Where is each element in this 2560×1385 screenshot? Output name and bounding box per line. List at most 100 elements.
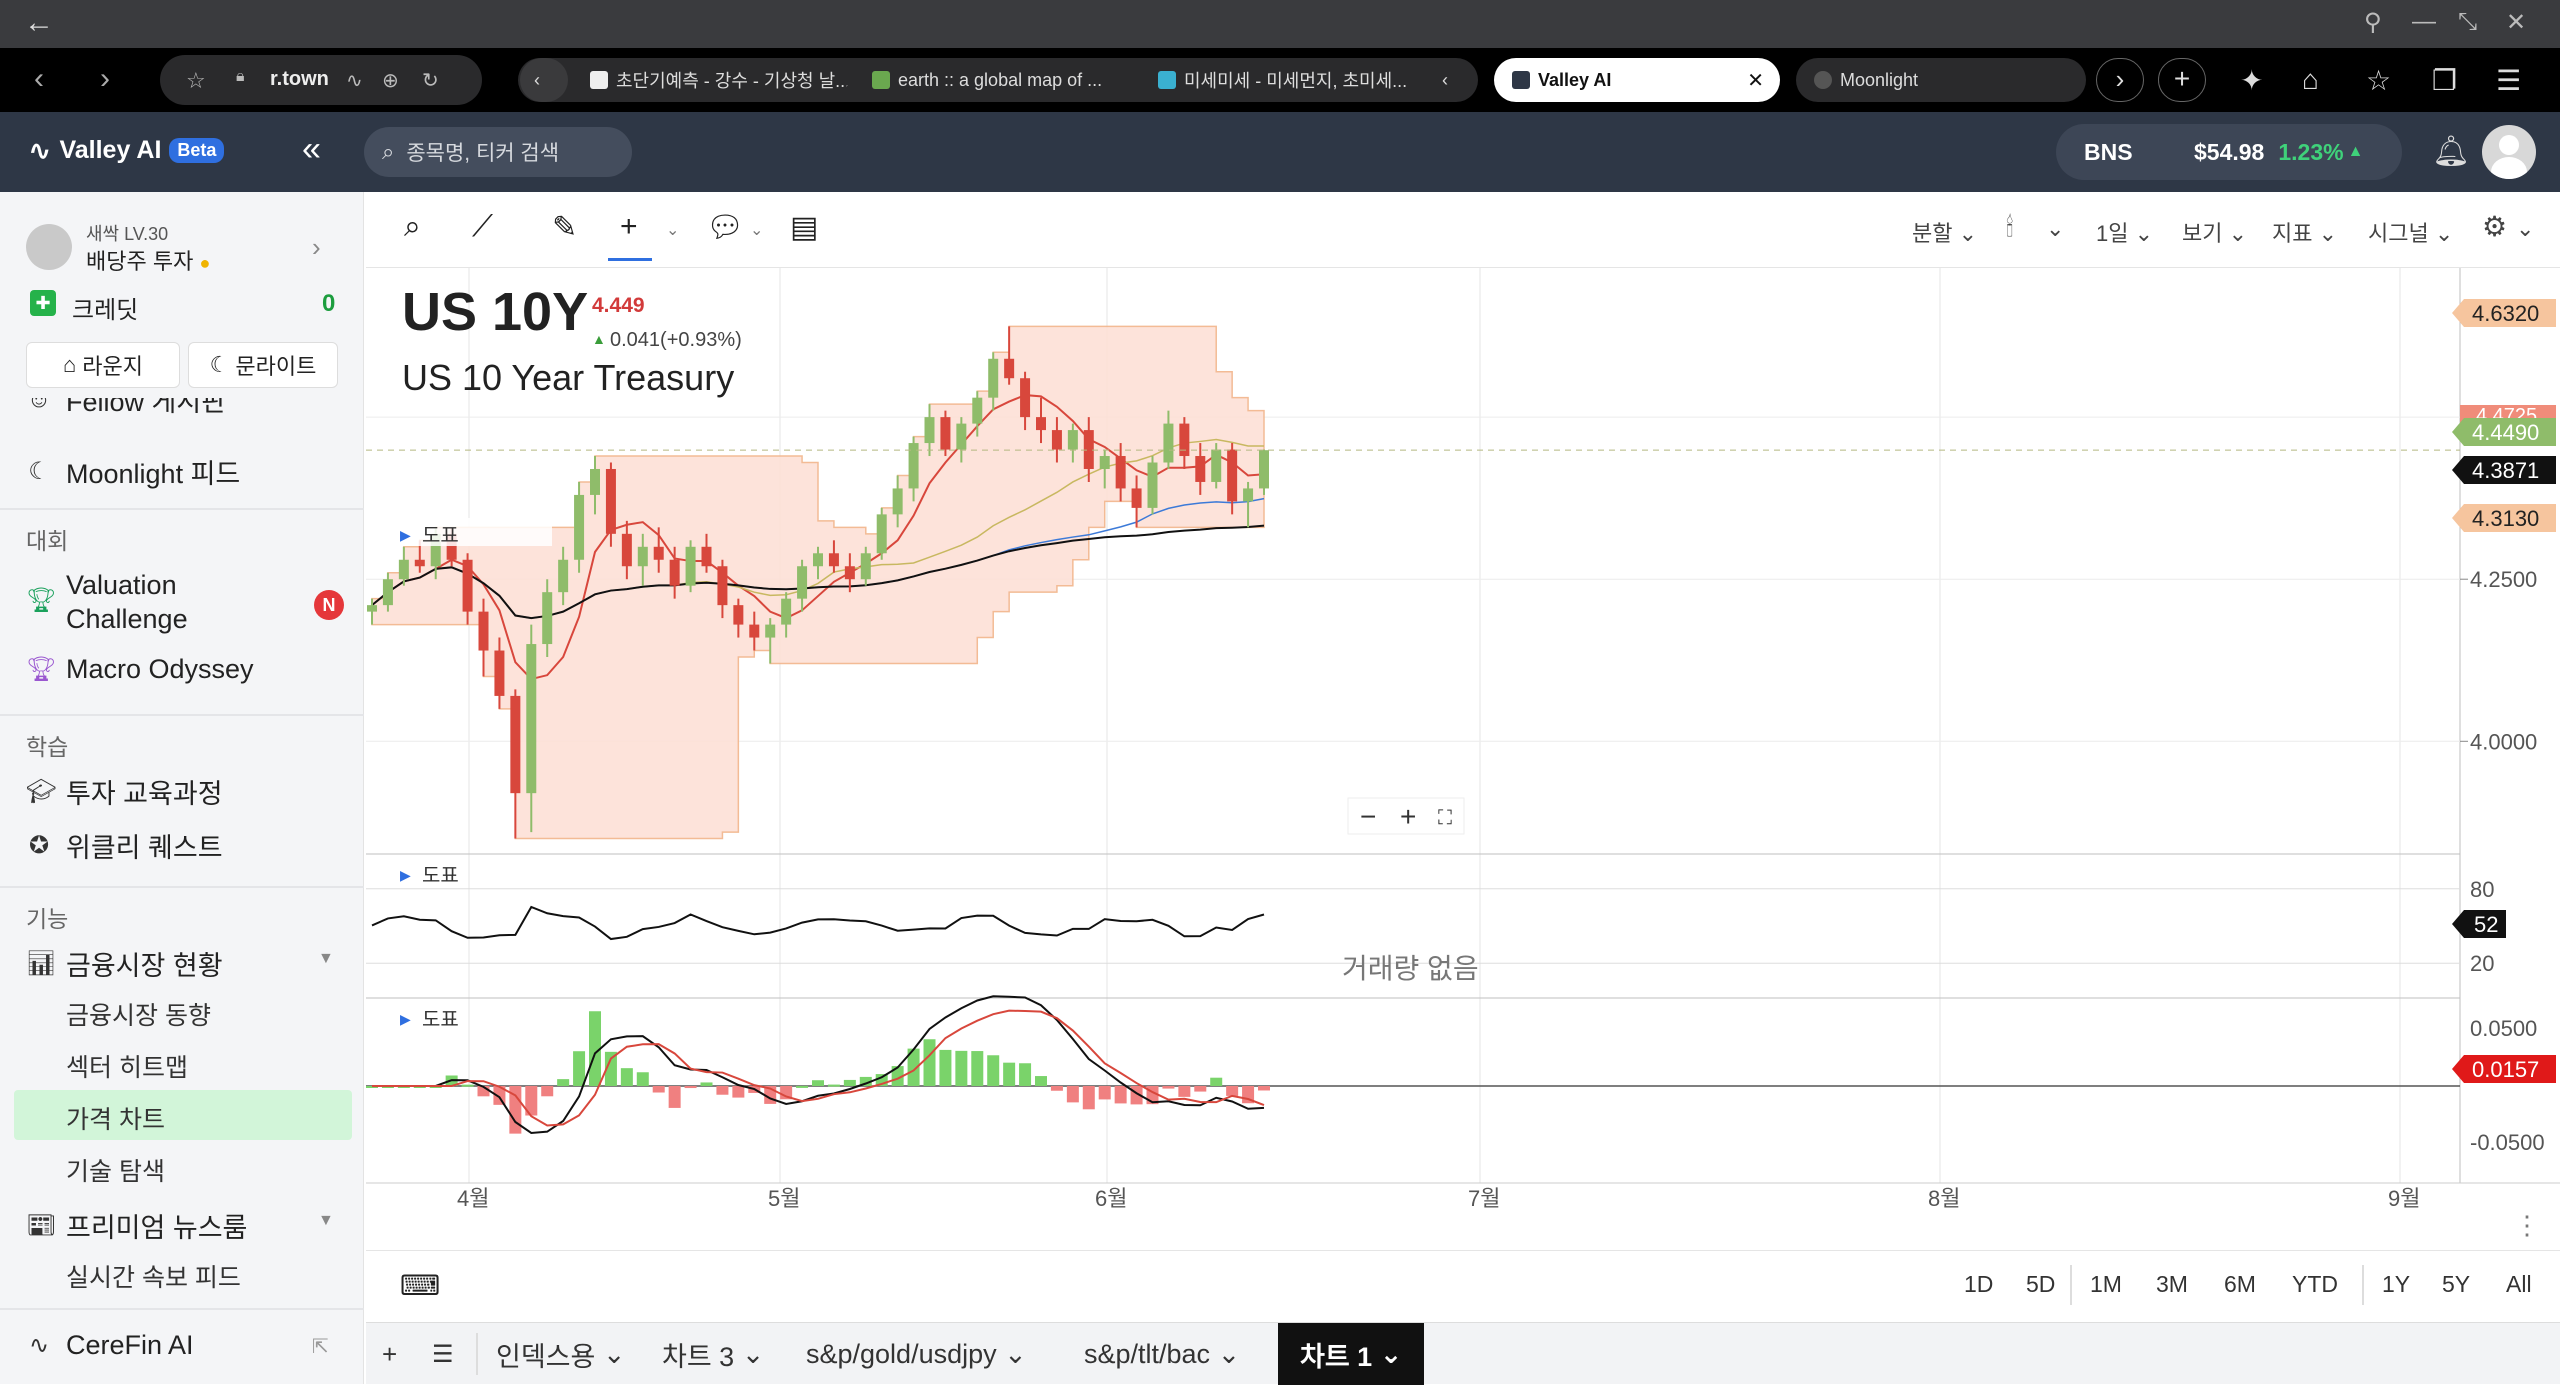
range-3m[interactable]: 3M xyxy=(2156,1271,2188,1298)
candle-type-icon[interactable]: 🕯︎ xyxy=(2006,212,2013,244)
chart-list-icon[interactable]: ☰ xyxy=(432,1323,454,1385)
moonlight-button[interactable]: ☾ 문라이트 xyxy=(188,342,338,388)
interval-menu[interactable]: 1일 ⌄ xyxy=(2096,216,2153,248)
range-6m[interactable]: 6M xyxy=(2224,1271,2256,1298)
sidebar-sub-live-news[interactable]: 실시간 속보 피드 xyxy=(66,1258,241,1294)
tab-valley-ai[interactable]: Valley AI ✕ xyxy=(1494,58,1780,102)
signal-menu[interactable]: 시그널 ⌄ xyxy=(2368,216,2453,248)
candle-body[interactable] xyxy=(781,598,792,625)
candle-body[interactable] xyxy=(1243,488,1254,502)
candle-body[interactable] xyxy=(717,566,728,606)
tab-index[interactable]: 인덱스용 ⌄ xyxy=(496,1323,626,1385)
crosshair-icon[interactable]: + xyxy=(620,210,638,244)
tab-earth[interactable]: earth :: a global map of ... xyxy=(854,58,1130,102)
candle-body[interactable] xyxy=(1131,488,1142,508)
candle-body[interactable] xyxy=(876,514,887,554)
candle-body[interactable] xyxy=(988,358,999,398)
gear-icon[interactable]: ⚙ xyxy=(2482,210,2507,243)
tab-close-icon[interactable]: ✕ xyxy=(1747,68,1764,93)
window-back-icon[interactable]: ← xyxy=(24,6,54,40)
chevron-down-icon[interactable]: ⌄ xyxy=(2046,216,2064,242)
candle-body[interactable] xyxy=(1099,456,1110,469)
tab-moonlight[interactable]: Moonlight xyxy=(1796,58,2086,102)
chevron-down-icon[interactable]: ⌄ xyxy=(2516,216,2534,242)
range-1m[interactable]: 1M xyxy=(2090,1271,2122,1298)
candle-body[interactable] xyxy=(494,650,505,696)
address-bar[interactable]: ☆ 🔒︎ r.town ∿ ⊕ ↻ xyxy=(160,55,482,105)
favorites-icon[interactable]: ☆ xyxy=(2366,64,2391,97)
minimize-icon[interactable]: — xyxy=(2412,8,2436,36)
candle-body[interactable] xyxy=(621,533,632,567)
candle-body[interactable] xyxy=(860,553,871,580)
split-menu[interactable]: 분할 ⌄ xyxy=(1912,216,1977,248)
candle-body[interactable] xyxy=(1051,430,1062,450)
ticker-chip[interactable]: BNS $54.98 1.23% ▲ xyxy=(2056,124,2402,180)
chart-svg[interactable]: 4월5월6월7월8월9월4.50004.25004.00004.47254.63… xyxy=(366,268,2560,1248)
sidebar-item-cerefin[interactable]: ∿ CereFin AI xyxy=(26,1330,194,1361)
candle-body[interactable] xyxy=(1067,430,1078,450)
brand-logo[interactable]: ∿ Valley AI Beta xyxy=(28,134,225,167)
candle-body[interactable] xyxy=(1147,462,1158,508)
candle-body[interactable] xyxy=(956,423,967,450)
chevron-down-icon[interactable]: ▼ xyxy=(318,950,334,968)
range-5y[interactable]: 5Y xyxy=(2442,1271,2470,1298)
candle-body[interactable] xyxy=(972,397,983,424)
candle-body[interactable] xyxy=(797,566,808,599)
range-1y[interactable]: 1Y xyxy=(2382,1271,2410,1298)
collections-icon[interactable]: ❐ xyxy=(2432,64,2457,97)
sparkle-icon[interactable]: ✦ xyxy=(2240,64,2263,97)
candle-body[interactable] xyxy=(558,559,569,593)
candle-body[interactable] xyxy=(1004,358,1015,379)
candle-body[interactable] xyxy=(701,546,712,567)
range-all[interactable]: All xyxy=(2506,1271,2532,1298)
comment-icon[interactable]: 💬︎ xyxy=(706,210,744,245)
tab-sp-gold-usdjpy[interactable]: s&p/gold/usdjpy ⌄ xyxy=(806,1323,1027,1385)
sidebar-sub-tech-explore[interactable]: 기술 탐색 xyxy=(66,1152,165,1188)
candle-body[interactable] xyxy=(1020,378,1031,418)
chevron-down-icon[interactable]: ⌄ xyxy=(666,220,679,240)
candle-body[interactable] xyxy=(813,553,823,567)
candle-body[interactable] xyxy=(367,605,377,612)
collapse-sidebar-icon[interactable]: « xyxy=(302,130,321,169)
candle-body[interactable] xyxy=(1195,456,1206,482)
candle-body[interactable] xyxy=(1083,430,1094,469)
candle-body[interactable] xyxy=(653,546,664,560)
candle-body[interactable] xyxy=(590,468,600,495)
tab-scroll-right-icon[interactable]: › xyxy=(2096,58,2144,102)
chevron-down-icon[interactable]: ▼ xyxy=(318,1212,334,1230)
sidebar-item-education[interactable]: 🎓︎ 투자 교육과정 xyxy=(26,772,223,811)
candle-body[interactable] xyxy=(1259,450,1269,489)
candle-body[interactable] xyxy=(526,644,537,794)
sidebar-sub-price-chart-bg[interactable] xyxy=(14,1090,352,1140)
sidebar-item-weekly-quest[interactable]: ✪ 위클리 퀘스트 xyxy=(26,826,223,865)
tab-collapse-icon[interactable]: ‹ xyxy=(1432,58,1480,102)
candle-body[interactable] xyxy=(669,559,680,586)
nav-back-icon[interactable]: ‹ xyxy=(34,62,44,96)
candle-body[interactable] xyxy=(478,611,489,651)
bell-icon[interactable]: 🔔︎ xyxy=(2432,134,2470,169)
view-menu[interactable]: 보기 ⌄ xyxy=(2182,216,2247,248)
candle-body[interactable] xyxy=(414,559,425,567)
external-link-icon[interactable]: ⇱ xyxy=(312,1334,329,1359)
partial-fellow-item[interactable]: ☺ Fellow 게시판 xyxy=(0,398,364,422)
bookmark-star-icon[interactable]: ☆ xyxy=(186,68,206,94)
list-panel-icon[interactable]: ▤ xyxy=(790,210,818,245)
candle-body[interactable] xyxy=(892,488,903,515)
sidebar-sub-market-trend[interactable]: 금융시장 동향 xyxy=(66,996,211,1032)
sidebar-item-macro-odyssey[interactable]: 🏆︎ Macro Odyssey xyxy=(26,654,254,685)
candle-body[interactable] xyxy=(765,624,776,638)
lounge-button[interactable]: ⌂ 라운지 xyxy=(26,342,180,388)
candle-body[interactable] xyxy=(1179,423,1190,457)
sidebar-group-newsroom[interactable]: 📰︎ 프리미엄 뉴스룸 xyxy=(26,1206,247,1245)
search-input[interactable]: ⌕ 종목명, 티커 검색 xyxy=(364,127,632,177)
range-ytd[interactable]: YTD xyxy=(2292,1271,2338,1298)
candle-body[interactable] xyxy=(844,566,855,580)
close-window-icon[interactable]: ✕ xyxy=(2506,8,2526,37)
keyboard-icon[interactable]: ⌨ xyxy=(400,1269,440,1302)
candle-body[interactable] xyxy=(940,417,951,450)
sidebar-group-market[interactable]: 📊︎ 금융시장 현황 xyxy=(26,944,223,983)
trend-draw-icon[interactable]: ⟋ xyxy=(472,210,493,244)
tab-chart1[interactable]: 차트 1 ⌄ xyxy=(1278,1323,1425,1385)
nav-forward-icon[interactable]: › xyxy=(100,62,110,96)
sidebar-item-moonlight-feed[interactable]: ☾ Moonlight 피드 xyxy=(26,452,240,491)
